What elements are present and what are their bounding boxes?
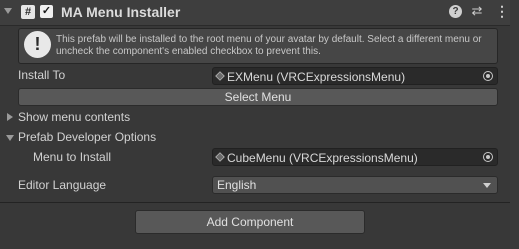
scrollbar[interactable] xyxy=(510,0,519,249)
script-icon: # xyxy=(21,5,35,19)
menu-to-install-label: Menu to Install xyxy=(33,150,112,164)
menu-to-install-field[interactable]: CubeMenu (VRCExpressionsMenu) xyxy=(212,148,498,166)
editor-language-dropdown[interactable]: English xyxy=(212,176,498,194)
cube-icon xyxy=(215,152,225,162)
install-to-field[interactable]: EXMenu (VRCExpressionsMenu) xyxy=(212,67,498,85)
chevron-down-icon[interactable] xyxy=(4,8,12,14)
chevron-down-icon xyxy=(483,183,491,188)
enabled-checkbox[interactable]: ✓ xyxy=(40,5,53,18)
select-menu-button[interactable]: Select Menu xyxy=(18,88,498,106)
object-picker-icon[interactable] xyxy=(483,71,493,81)
menu-to-install-value: CubeMenu (VRCExpressionsMenu) xyxy=(227,151,418,165)
prefab-developer-options-foldout[interactable]: Prefab Developer Options xyxy=(18,130,156,144)
add-component-button[interactable]: Add Component xyxy=(135,210,365,234)
cube-icon xyxy=(215,71,225,81)
install-to-value: EXMenu (VRCExpressionsMenu) xyxy=(227,70,406,84)
object-picker-icon[interactable] xyxy=(483,152,493,162)
component-title: MA Menu Installer xyxy=(61,4,181,20)
help-icon[interactable]: ? xyxy=(449,5,462,18)
info-icon: ! xyxy=(24,31,51,58)
kebab-menu-icon[interactable]: ⋮ xyxy=(495,3,509,19)
chevron-down-icon[interactable] xyxy=(6,135,14,141)
editor-language-label: Editor Language xyxy=(18,178,107,192)
info-text: This prefab will be installed to the roo… xyxy=(56,34,482,57)
chevron-right-icon[interactable] xyxy=(7,113,13,121)
preset-icon[interactable]: ⇄ xyxy=(470,4,484,18)
show-menu-contents-foldout[interactable]: Show menu contents xyxy=(18,110,130,124)
install-to-label: Install To xyxy=(18,68,66,82)
divider xyxy=(0,202,519,203)
editor-language-value: English xyxy=(217,178,257,192)
